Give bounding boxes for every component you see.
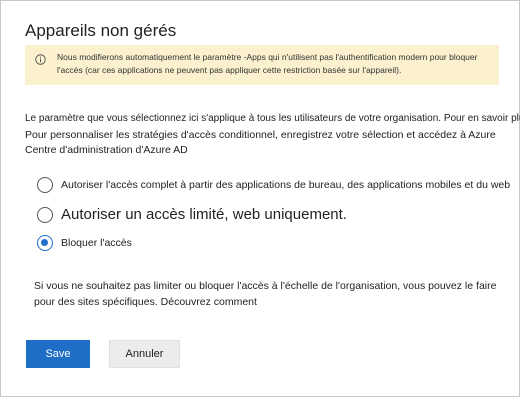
note-text: Si vous ne souhaitez pas limiter ou bloq…	[34, 280, 497, 308]
radio-block-access[interactable]	[37, 235, 53, 251]
option-limited-access[interactable]: Autoriser un accès limité, web uniquemen…	[37, 206, 347, 223]
unmanaged-devices-panel: Appareils non gérés Nous modifierons aut…	[0, 0, 520, 397]
description-line2: Pour personnaliser les stratégies d'accè…	[25, 129, 496, 156]
site-specific-note: Si vous ne souhaitez pas limiter ou bloq…	[34, 278, 509, 310]
option-full-access-label: Autoriser l'accès complet à partir des a…	[61, 179, 511, 191]
save-button[interactable]: Save	[26, 340, 90, 368]
banner-text-line1: Nous modifierons automatiquement le para…	[57, 52, 478, 62]
info-icon	[35, 54, 46, 65]
learn-how-link[interactable]: Découvrez comment	[161, 296, 257, 308]
cancel-button[interactable]: Annuler	[109, 340, 180, 368]
radio-limited-access[interactable]	[37, 206, 53, 223]
panel-title: Appareils non gérés	[25, 21, 177, 40]
radio-full-access[interactable]	[37, 177, 53, 193]
option-full-access[interactable]: Autoriser l'accès complet à partir des a…	[37, 177, 510, 193]
warning-banner: Nous modifierons automatiquement le para…	[25, 45, 499, 85]
description-line1: Le paramètre que vous sélectionnez ici s…	[25, 113, 520, 124]
banner-text-line2: l'accès (car ces applications ne peuvent…	[57, 65, 402, 75]
option-block-access[interactable]: Bloquer l'accès	[37, 235, 132, 251]
option-block-access-label: Bloquer l'accès	[61, 237, 132, 249]
option-limited-access-label: Autoriser un accès limité, web uniquemen…	[61, 206, 347, 223]
